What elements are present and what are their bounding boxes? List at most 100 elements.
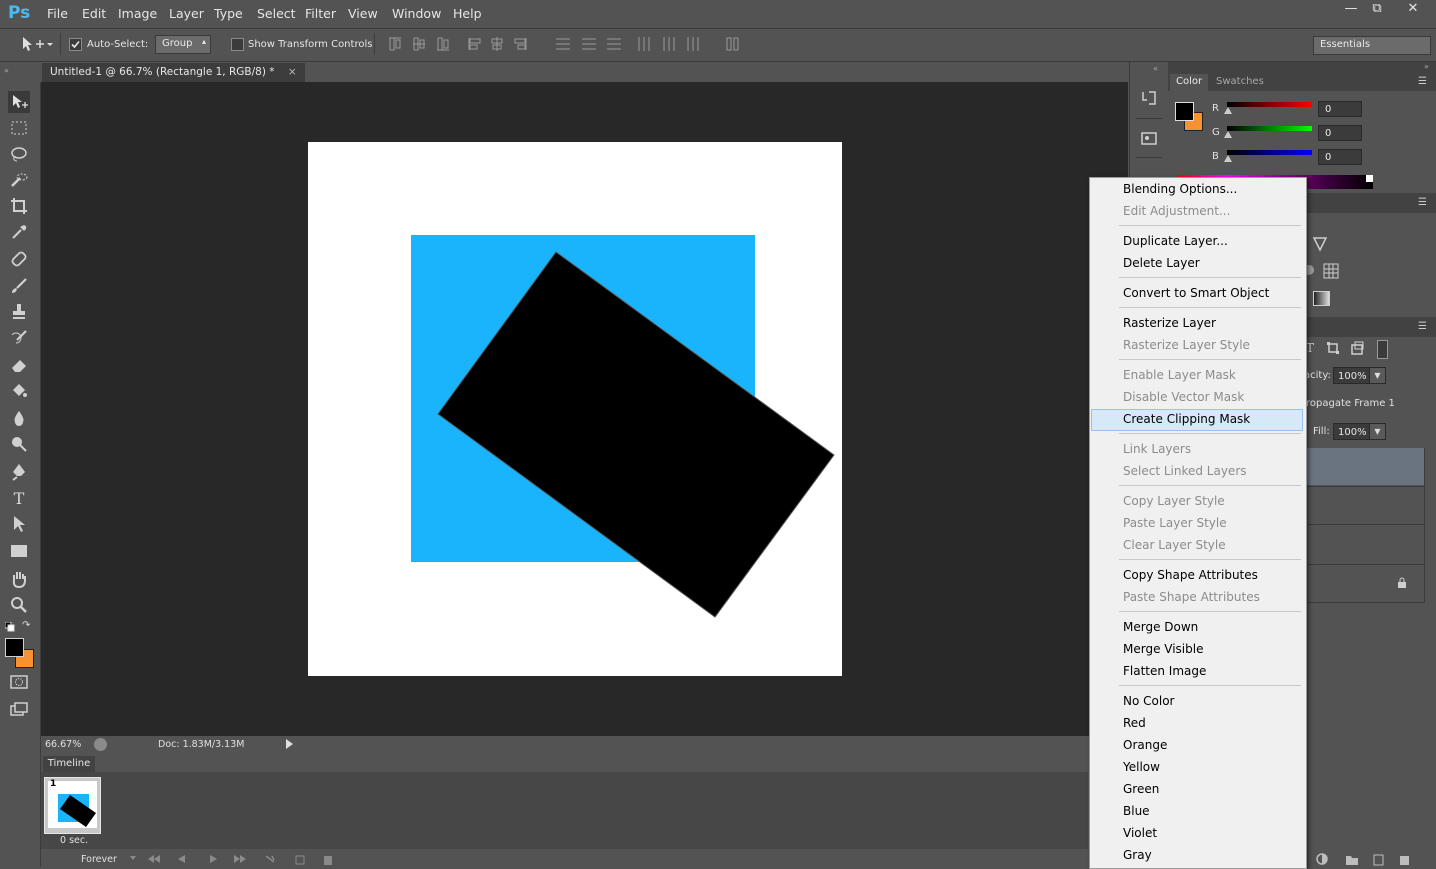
default-colors-icon[interactable]: [4, 621, 15, 632]
menu-item-merge-down[interactable]: Merge Down: [1123, 616, 1198, 638]
auto-select-dropdown[interactable]: Group ▴: [155, 35, 211, 54]
layer-row[interactable]: [1305, 525, 1424, 564]
close-tab-icon[interactable]: ×: [288, 66, 297, 78]
document-canvas[interactable]: [308, 142, 842, 676]
blur-tool-icon[interactable]: [8, 407, 30, 429]
hand-tool-icon[interactable]: [8, 568, 30, 590]
swap-colors-icon[interactable]: ↷: [22, 621, 32, 631]
menu-item-red[interactable]: Red: [1123, 712, 1146, 734]
menu-image[interactable]: Image: [118, 6, 157, 21]
history-panel-icon[interactable]: [1139, 88, 1159, 108]
dodge-tool-icon[interactable]: [8, 433, 30, 455]
history-brush-tool-icon[interactable]: [8, 327, 30, 349]
filter-toggle-switch[interactable]: [1377, 340, 1388, 359]
show-transform-checkbox[interactable]: [231, 38, 244, 51]
brush-tool-icon[interactable]: [8, 275, 30, 297]
quick-selection-tool-icon[interactable]: [8, 169, 30, 191]
menu-item-no-color[interactable]: No Color: [1123, 690, 1174, 712]
menu-window[interactable]: Window: [392, 6, 441, 21]
menu-item-orange[interactable]: Orange: [1123, 734, 1167, 756]
menu-layer[interactable]: Layer: [169, 6, 204, 21]
loop-options[interactable]: Forever: [81, 854, 117, 865]
clone-stamp-tool-icon[interactable]: [8, 301, 30, 323]
timeline-frame-1[interactable]: 1: [44, 777, 101, 834]
menu-item-blue[interactable]: Blue: [1123, 800, 1150, 822]
collapse-panels-icon[interactable]: »: [1424, 62, 1429, 71]
menu-item-convert-to-smart-object[interactable]: Convert to Smart Object: [1123, 282, 1269, 304]
menu-item-gray[interactable]: Gray: [1123, 844, 1152, 866]
properties-panel-icon[interactable]: [1139, 128, 1159, 148]
layer-row-selected[interactable]: [1305, 448, 1424, 485]
lasso-tool-icon[interactable]: [8, 143, 30, 165]
quick-mask-icon[interactable]: [8, 671, 30, 693]
crop-tool-icon[interactable]: [8, 195, 30, 217]
menu-edit[interactable]: Edit: [82, 6, 106, 21]
green-value-field[interactable]: 0: [1318, 125, 1362, 141]
type-tool-icon[interactable]: T: [8, 487, 30, 509]
restore-button[interactable]: ⧉: [1362, 0, 1392, 20]
menu-select[interactable]: Select: [257, 6, 296, 21]
eraser-tool-icon[interactable]: [8, 354, 30, 376]
menu-item-delete-layer[interactable]: Delete Layer: [1123, 252, 1200, 274]
slider-thumb[interactable]: [1224, 107, 1232, 114]
playback-controls-icons[interactable]: [128, 852, 348, 866]
layers-footer-icons[interactable]: [1314, 852, 1424, 866]
gradient-map-icon[interactable]: [1312, 236, 1328, 252]
menu-item-green[interactable]: Green: [1123, 778, 1159, 800]
pen-tool-icon[interactable]: [8, 461, 30, 483]
expand-dock-icon[interactable]: «: [1153, 64, 1158, 73]
menu-view[interactable]: View: [348, 6, 378, 21]
eyedropper-tool-icon[interactable]: [8, 221, 30, 243]
blue-value-field[interactable]: 0: [1318, 149, 1362, 165]
menu-item-copy-shape-attributes[interactable]: Copy Shape Attributes: [1123, 564, 1258, 586]
menu-item-create-clipping-mask[interactable]: Create Clipping Mask: [1123, 408, 1250, 430]
menu-item-blending-options[interactable]: Blending Options...: [1123, 178, 1237, 200]
status-menu-arrow-icon[interactable]: [286, 739, 293, 749]
frame-delay[interactable]: 0 sec.: [60, 835, 88, 846]
shape-layer-filter-icon[interactable]: [1326, 341, 1340, 355]
fill-dropdown-arrow-icon[interactable]: ▼: [1369, 423, 1386, 440]
color-lookup-icon[interactable]: [1323, 263, 1339, 279]
rectangle-tool-icon[interactable]: [8, 540, 30, 562]
menu-item-flatten-image[interactable]: Flatten Image: [1123, 660, 1206, 682]
menu-filter[interactable]: Filter: [305, 6, 336, 21]
status-info-icon[interactable]: [94, 738, 107, 751]
tab-color[interactable]: Color: [1176, 76, 1202, 87]
timeline-tab[interactable]: Timeline: [43, 756, 95, 772]
green-slider[interactable]: [1227, 126, 1312, 131]
menu-type[interactable]: Type: [214, 6, 243, 21]
paint-bucket-tool-icon[interactable]: [8, 380, 30, 402]
slider-thumb[interactable]: [1224, 131, 1232, 138]
panel-menu-icon[interactable]: ☰: [1418, 76, 1427, 87]
propagate-frame-label[interactable]: ropagate Frame 1: [1306, 398, 1395, 409]
marquee-tool-icon[interactable]: [8, 117, 30, 139]
healing-brush-tool-icon[interactable]: [8, 248, 30, 270]
spectrum-white-swatch[interactable]: [1366, 175, 1373, 182]
workspace-dropdown[interactable]: Essentials: [1313, 36, 1431, 55]
red-value-field[interactable]: 0: [1318, 101, 1362, 117]
blue-slider[interactable]: [1227, 150, 1312, 155]
gradient-fill-icon[interactable]: [1313, 291, 1330, 306]
panel-menu-icon[interactable]: ☰: [1418, 197, 1427, 208]
zoom-level[interactable]: 66.67%: [45, 739, 81, 750]
opacity-dropdown-arrow-icon[interactable]: ▼: [1369, 367, 1386, 384]
auto-select-checkbox[interactable]: [69, 38, 82, 51]
menu-item-merge-visible[interactable]: Merge Visible: [1123, 638, 1203, 660]
tab-swatches[interactable]: Swatches: [1216, 76, 1264, 87]
screen-mode-icon[interactable]: [8, 698, 30, 720]
slider-thumb[interactable]: [1224, 155, 1232, 162]
menu-item-duplicate-layer[interactable]: Duplicate Layer...: [1123, 230, 1228, 252]
document-tab[interactable]: Untitled-1 @ 66.7% (Rectangle 1, RGB/8) …: [42, 63, 305, 82]
layer-row[interactable]: [1305, 487, 1424, 524]
panel-menu-icon[interactable]: ☰: [1418, 321, 1427, 332]
move-tool-icon[interactable]: [8, 91, 30, 113]
menu-item-yellow[interactable]: Yellow: [1123, 756, 1160, 778]
align-distribute-icons[interactable]: [388, 36, 748, 54]
red-slider[interactable]: [1227, 102, 1312, 107]
foreground-color-swatch[interactable]: [1175, 102, 1194, 121]
collapse-icon[interactable]: »: [4, 66, 9, 75]
menu-help[interactable]: Help: [453, 6, 482, 21]
menu-item-violet[interactable]: Violet: [1123, 822, 1157, 844]
smart-object-filter-icon[interactable]: [1350, 341, 1364, 355]
path-selection-tool-icon[interactable]: [8, 513, 30, 535]
